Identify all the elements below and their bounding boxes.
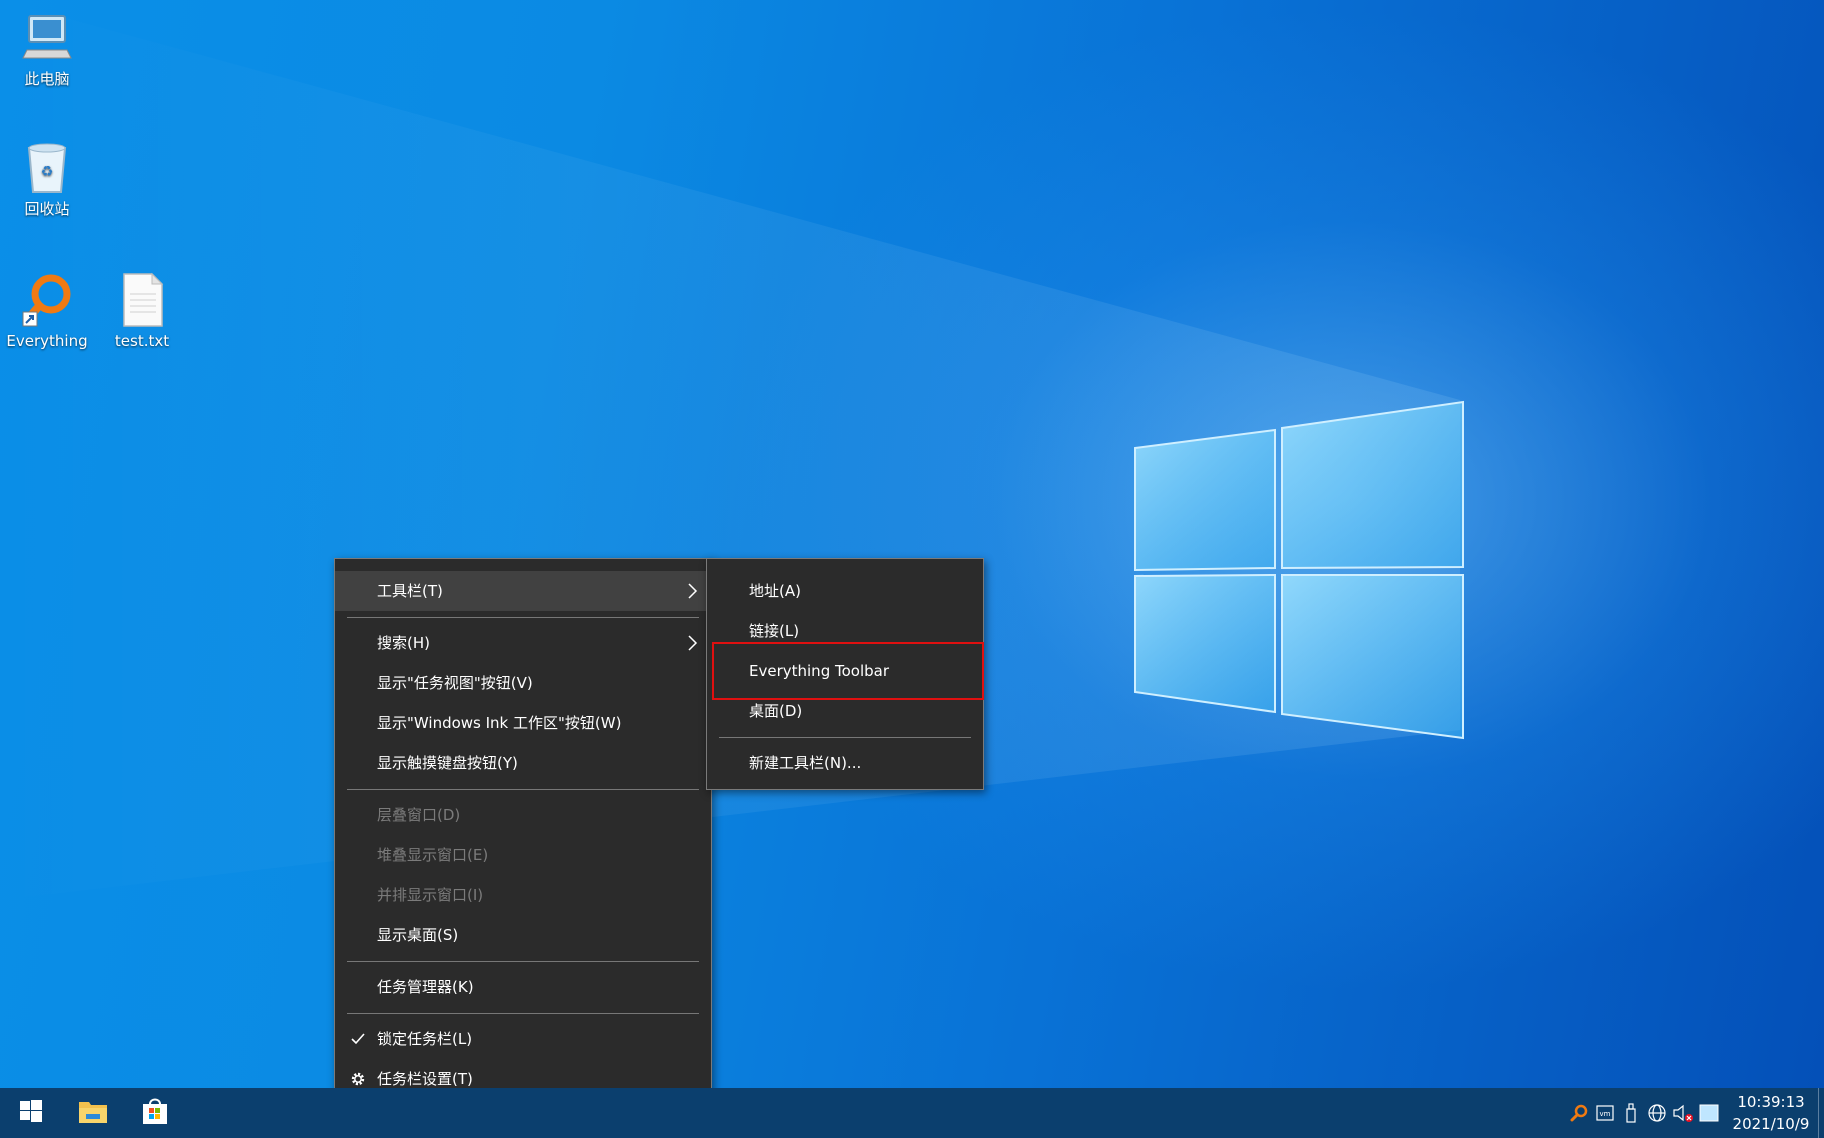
menu-item-stack-windows: 堆叠显示窗口(E) bbox=[335, 835, 711, 875]
submenu-item-address[interactable]: 地址(A) bbox=[707, 571, 983, 611]
submenu-item-new-toolbar[interactable]: 新建工具栏(N)... bbox=[707, 743, 983, 783]
recycle-bin-icon: ♻ bbox=[19, 140, 75, 196]
toolbars-submenu: 地址(A) 链接(L) Everything Toolbar 桌面(D) 新建工… bbox=[706, 558, 984, 790]
windows-wallpaper bbox=[0, 0, 1464, 900]
taskbar-clock[interactable]: 10:39:13 2021/10/9 bbox=[1728, 1091, 1814, 1135]
file-explorer-icon bbox=[78, 1098, 108, 1128]
menu-item-show-task-view[interactable]: 显示"任务视图"按钮(V) bbox=[335, 663, 711, 703]
menu-item-task-manager[interactable]: 任务管理器(K) bbox=[335, 967, 711, 1007]
menu-item-label: 搜索(H) bbox=[377, 634, 430, 652]
vmware-icon[interactable]: vm bbox=[1592, 1088, 1618, 1138]
menu-item-label: 工具栏(T) bbox=[377, 582, 443, 600]
start-icon bbox=[20, 1100, 42, 1126]
checkmark-icon bbox=[349, 1019, 367, 1059]
menu-item-show-desktop[interactable]: 显示桌面(S) bbox=[335, 915, 711, 955]
menu-separator bbox=[347, 789, 699, 790]
store-button[interactable] bbox=[124, 1088, 186, 1138]
menu-item-label: 锁定任务栏(L) bbox=[377, 1030, 473, 1048]
menu-item-toolbars[interactable]: 工具栏(T) bbox=[335, 571, 711, 611]
menu-item-label: 显示"任务视图"按钮(V) bbox=[377, 674, 533, 692]
usb-icon[interactable] bbox=[1618, 1088, 1644, 1138]
chevron-right-icon bbox=[685, 623, 699, 663]
clock-date: 2021/10/9 bbox=[1732, 1115, 1810, 1133]
menu-item-label: 任务管理器(K) bbox=[377, 978, 474, 996]
menu-item-label: 堆叠显示窗口(E) bbox=[377, 846, 489, 864]
menu-item-label: 任务栏设置(T) bbox=[377, 1070, 473, 1088]
menu-item-label: 显示"Windows Ink 工作区"按钮(W) bbox=[377, 714, 622, 732]
menu-item-show-touch-keyboard[interactable]: 显示触摸键盘按钮(Y) bbox=[335, 743, 711, 783]
desktop-icon-label: 此电脑 bbox=[24, 70, 70, 88]
svg-text:vm: vm bbox=[1600, 1110, 1611, 1118]
network-icon[interactable] bbox=[1644, 1088, 1670, 1138]
taskbar-context-menu: 工具栏(T) 搜索(H) 显示"任务视图"按钮(V) 显示"Windows In… bbox=[334, 558, 712, 1103]
menu-item-label: 地址(A) bbox=[749, 582, 801, 600]
desktop-icon-this-pc[interactable]: 此电脑 bbox=[1, 10, 93, 88]
menu-separator bbox=[347, 617, 699, 618]
submenu-item-desktop[interactable]: 桌面(D) bbox=[707, 691, 983, 731]
menu-item-search[interactable]: 搜索(H) bbox=[335, 623, 711, 663]
menu-item-label: 并排显示窗口(I) bbox=[377, 886, 484, 904]
taskbar[interactable]: vm 10:39:13 2021/10/9 bbox=[0, 1088, 1824, 1138]
menu-item-label: Everything Toolbar bbox=[749, 662, 889, 680]
menu-separator bbox=[347, 1013, 699, 1014]
submenu-item-everything-toolbar[interactable]: Everything Toolbar bbox=[707, 651, 983, 691]
menu-item-label: 链接(L) bbox=[749, 622, 800, 640]
menu-item-label: 层叠窗口(D) bbox=[377, 806, 461, 824]
menu-item-label: 显示桌面(S) bbox=[377, 926, 459, 944]
desktop[interactable]: 此电脑 ♻ 回收站 Everything test.txt bbox=[0, 0, 1824, 1088]
file-explorer-button[interactable] bbox=[62, 1088, 124, 1138]
svg-text:♻: ♻ bbox=[41, 164, 54, 180]
desktop-icon-label: test.txt bbox=[114, 332, 170, 350]
menu-separator bbox=[719, 737, 971, 738]
show-desktop-button[interactable] bbox=[1818, 1088, 1824, 1138]
chevron-right-icon bbox=[685, 571, 699, 611]
menu-item-label: 桌面(D) bbox=[749, 702, 803, 720]
menu-item-lock-taskbar[interactable]: 锁定任务栏(L) bbox=[335, 1019, 711, 1059]
action-center-icon[interactable] bbox=[1696, 1088, 1722, 1138]
menu-item-cascade-windows: 层叠窗口(D) bbox=[335, 795, 711, 835]
menu-item-label: 新建工具栏(N)... bbox=[749, 754, 862, 772]
menu-item-label: 显示触摸键盘按钮(Y) bbox=[377, 754, 518, 772]
store-icon bbox=[141, 1097, 169, 1129]
desktop-icon-test-txt[interactable]: test.txt bbox=[96, 272, 188, 350]
desktop-icon-recycle-bin[interactable]: ♻ 回收站 bbox=[1, 140, 93, 218]
text-file-icon bbox=[114, 272, 170, 328]
submenu-item-links[interactable]: 链接(L) bbox=[707, 611, 983, 651]
clock-time: 10:39:13 bbox=[1737, 1093, 1805, 1111]
volume-muted-icon[interactable] bbox=[1670, 1088, 1696, 1138]
desktop-icon-label: 回收站 bbox=[24, 200, 70, 218]
everything-tray-icon[interactable] bbox=[1566, 1088, 1592, 1138]
desktop-icon-everything[interactable]: Everything bbox=[1, 272, 93, 350]
menu-item-show-windows-ink[interactable]: 显示"Windows Ink 工作区"按钮(W) bbox=[335, 703, 711, 743]
menu-separator bbox=[347, 961, 699, 962]
system-tray: vm 10:39:13 2021/10/9 bbox=[1566, 1088, 1824, 1138]
computer-icon bbox=[19, 10, 75, 66]
everything-icon bbox=[19, 272, 75, 328]
start-button[interactable] bbox=[0, 1088, 62, 1138]
desktop-icon-label: Everything bbox=[6, 332, 88, 350]
menu-item-side-by-side: 并排显示窗口(I) bbox=[335, 875, 711, 915]
